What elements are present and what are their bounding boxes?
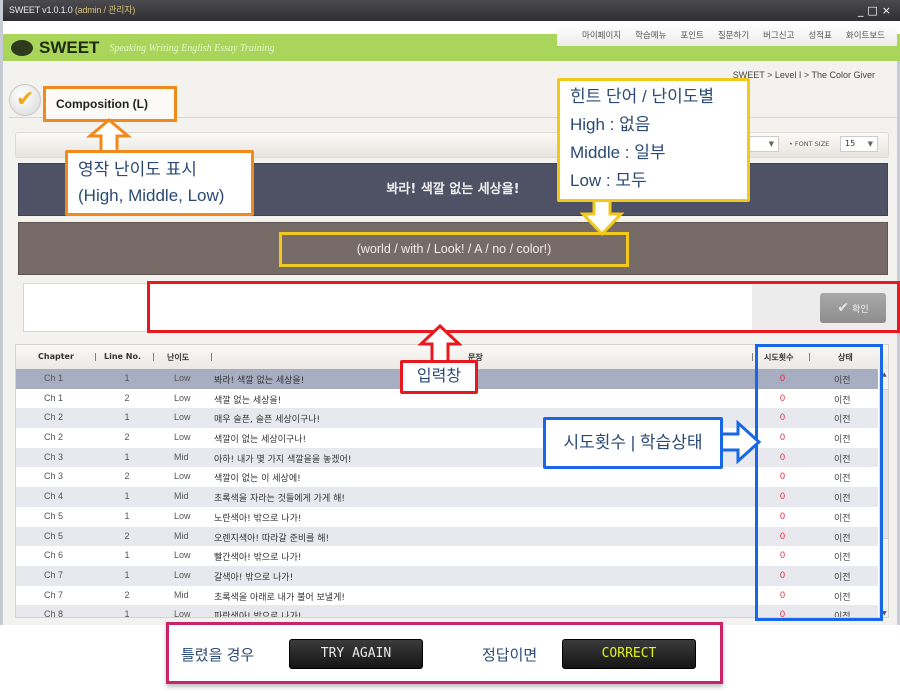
difficulty-callout: 영작 난이도 표시 (High, Middle, Low) xyxy=(65,150,254,216)
table-row[interactable]: Ch 6 1 Low 빨간색아! 밖으로 나가! 0 이전 xyxy=(16,546,878,566)
header-chapter[interactable]: Chapter xyxy=(38,352,74,361)
window-controls: _ □ × xyxy=(858,0,891,21)
chevron-down-icon: ▼ xyxy=(867,140,873,148)
font-size-select[interactable]: 15 ▼ xyxy=(840,136,878,152)
check-icon: ✔ xyxy=(837,300,850,316)
breadcrumb: SWEET > Level I > The Color Giver xyxy=(732,70,875,80)
maximize-button[interactable]: □ xyxy=(867,0,877,21)
tries-status-highlight xyxy=(755,344,883,621)
table-row[interactable]: Ch 4 1 Mid 초록색을 자라는 것들에게 가게 해! 0 이전 xyxy=(16,487,878,507)
menu-item-whiteboard[interactable]: 화이트보드 xyxy=(846,29,885,41)
try-again-button[interactable]: TRY AGAIN xyxy=(289,639,423,669)
menu-item-ask[interactable]: 질문하기 xyxy=(718,29,749,41)
brand-name: SWEET xyxy=(39,38,100,57)
brand-tagline: Speaking Writing English Essay Training xyxy=(109,42,275,54)
correct-label: 정답이면 xyxy=(482,647,538,664)
menu-item-report-card[interactable]: 성적표 xyxy=(808,29,831,41)
logo: SWEET Speaking Writing English Essay Tra… xyxy=(11,38,274,58)
top-menu: 마이페이지 학습메뉴 포인트 질문하기 버그신고 성적표 화이트보드 xyxy=(557,24,897,46)
window-title: SWEET v1.0.1.0 (admin / 관리자) xyxy=(9,5,136,15)
menu-item-mypage[interactable]: 마이페이지 xyxy=(582,29,621,41)
title-bar: SWEET v1.0.1.0 (admin / 관리자) _ □ × xyxy=(3,0,900,21)
hint-callout: 힌트 단어 / 난이도별 High : 없음 Middle : 일부 Low :… xyxy=(557,78,750,202)
status-callout: 시도횟수 | 학습상태 xyxy=(543,417,723,469)
answer-input-box: ✔ 확인 xyxy=(147,281,900,333)
wrong-label: 틀렸을 경우 xyxy=(181,647,255,664)
hint-words: (world / with / Look! / A / no / color!) xyxy=(279,232,629,267)
minimize-button[interactable]: _ xyxy=(858,0,864,21)
table-row[interactable]: Ch 7 1 Low 갈색아! 밖으로 나가! 0 이전 xyxy=(16,565,878,586)
header-level[interactable]: 난이도 xyxy=(167,352,189,363)
result-legend: 틀렸을 경우 TRY AGAIN 정답이면 CORRECT xyxy=(166,622,723,684)
speech-bubble-icon xyxy=(11,40,33,56)
callout-arrow-down-icon xyxy=(580,196,624,236)
table-row[interactable]: Ch 3 2 Low 색깔이 없는 이 세상에! 0 이전 xyxy=(16,467,878,488)
callout-arrow-up-icon xyxy=(86,118,132,154)
table-body: Ch 1 1 Low 봐라! 색깔 없는 세상을! 0 이전 Ch 1 2 Low 색깔 없는 … xyxy=(16,369,878,617)
close-button[interactable]: × xyxy=(882,0,891,21)
font-size-label: • FONT SIZE xyxy=(789,140,830,148)
composition-title: Composition (L) xyxy=(43,86,177,122)
chevron-down-icon: ▼ xyxy=(768,140,774,148)
table-row[interactable]: Ch 5 2 Mid 오렌지색아! 따라갈 준비를 해! 0 이전 xyxy=(16,526,878,547)
confirm-button[interactable]: ✔ 확인 xyxy=(820,293,886,323)
callout-arrow-up-icon xyxy=(418,324,462,364)
table-row[interactable]: Ch 5 1 Low 노란색아! 밖으로 나가! 0 이전 xyxy=(16,506,878,527)
menu-item-study-menu[interactable]: 학습메뉴 xyxy=(635,29,666,41)
header-line-no[interactable]: Line No. xyxy=(104,352,141,361)
input-callout: 입력창 xyxy=(400,360,478,394)
menu-item-points[interactable]: 포인트 xyxy=(680,29,703,41)
menu-item-bug-report[interactable]: 버그신고 xyxy=(763,29,794,41)
table-row[interactable]: Ch 7 2 Mid 초록색을 아래로 내가 불어 보낼게! 0 이전 xyxy=(16,585,878,606)
correct-button[interactable]: CORRECT xyxy=(562,639,696,669)
table-row[interactable]: Ch 8 1 Low 파란색아! 밖으로 나가! 0 이전 xyxy=(16,605,878,617)
checkmark-icon: ✔ xyxy=(9,84,41,116)
